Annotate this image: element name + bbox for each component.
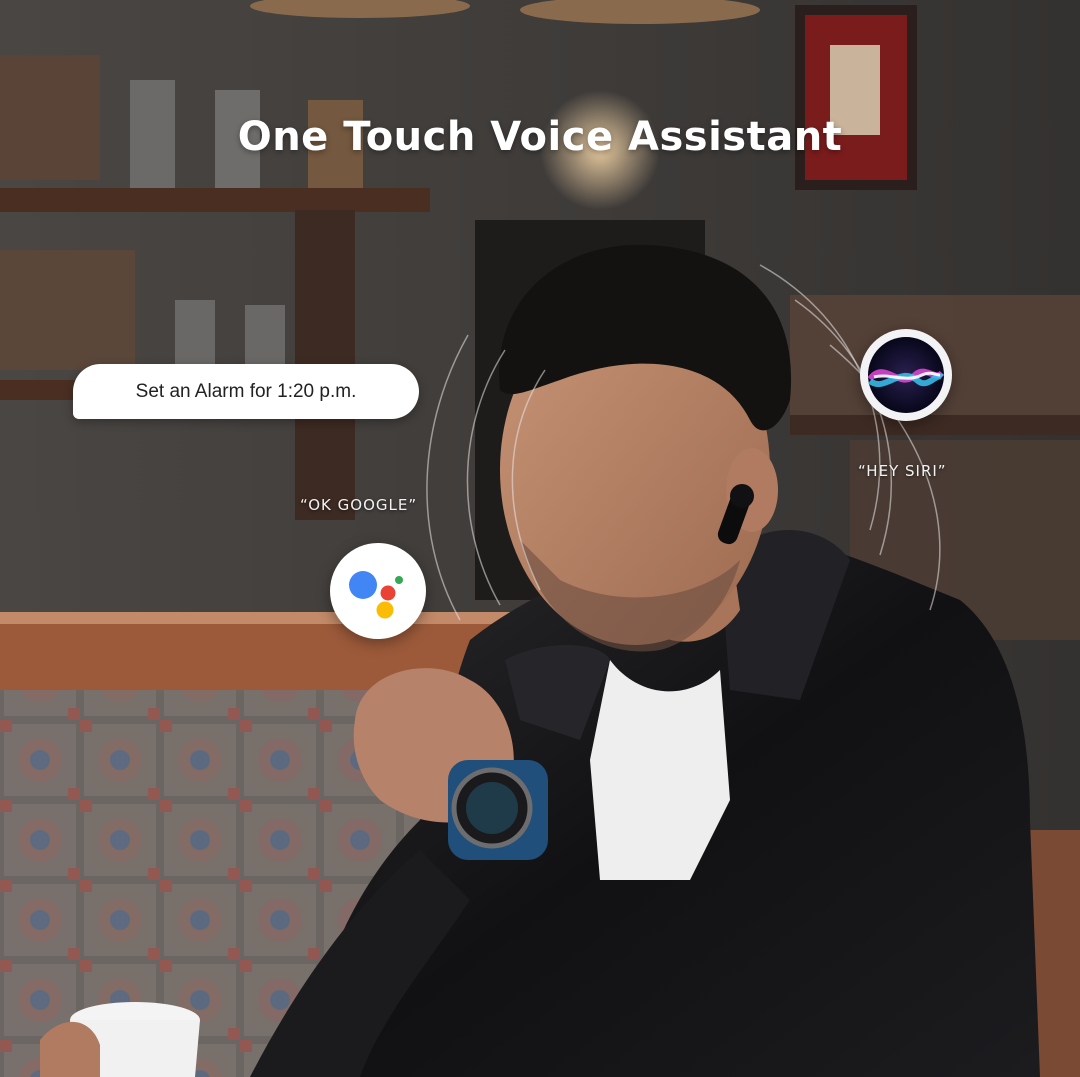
cafe-photo-background xyxy=(0,0,1080,1077)
siri-icon xyxy=(860,329,952,421)
google-assistant-icon xyxy=(330,543,426,639)
hey-siri-label: “HEY SIRI” xyxy=(858,462,947,480)
headline: One Touch Voice Assistant xyxy=(237,114,843,160)
speech-bubble: Set an Alarm for 1:20 p.m. xyxy=(73,364,419,419)
ok-google-label: “OK GOOGLE” xyxy=(300,496,418,514)
product-banner: One Touch Voice Assistant Set an Alarm f… xyxy=(0,0,1080,1077)
speech-bubble-text: Set an Alarm for 1:20 p.m. xyxy=(135,380,357,402)
